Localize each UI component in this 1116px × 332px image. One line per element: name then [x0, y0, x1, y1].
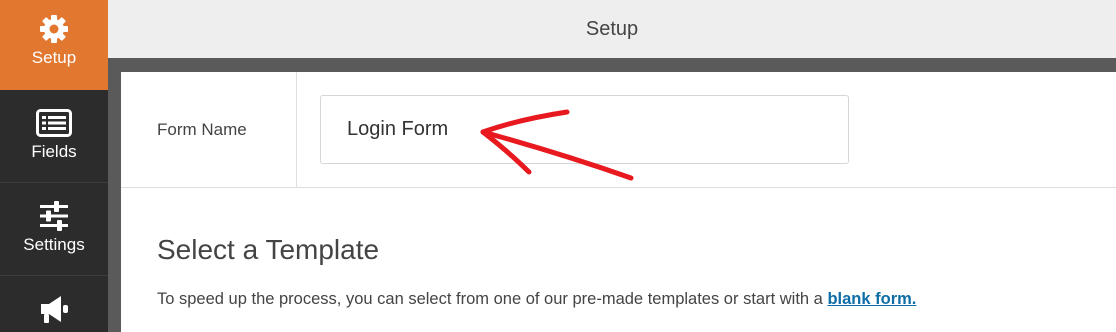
form-name-label: Form Name	[157, 120, 247, 139]
page-title: Setup	[585, 17, 639, 40]
sidebar-item-setup[interactable]: Setup	[0, 0, 108, 90]
divider	[296, 72, 297, 188]
megaphone-icon	[37, 292, 71, 326]
template-description: To speed up the process, you can select …	[157, 290, 916, 309]
setup-panel: Form Name Select a Template To speed up …	[121, 72, 1116, 332]
form-name-row: Form Name	[121, 72, 1116, 188]
template-section-title: Select a Template	[157, 234, 380, 265]
sidebar-item-label: Setup	[31, 48, 77, 67]
sidebar-item-settings[interactable]: Settings	[0, 183, 108, 276]
blank-form-link[interactable]: blank form.	[827, 290, 916, 308]
fields-list-icon	[36, 106, 72, 140]
sidebar-item-marketing[interactable]	[0, 276, 108, 332]
form-name-input[interactable]	[320, 95, 849, 164]
sidebar-item-fields[interactable]: Fields	[0, 90, 108, 183]
sidebar-item-label: Fields	[31, 142, 77, 161]
form-builder: Setup Fields Settings Setup Form Name Lo…	[0, 0, 1116, 332]
sidebar-item-label: Settings	[23, 235, 85, 254]
page-header: Setup	[108, 0, 1116, 58]
template-description-text: To speed up the process, you can select …	[157, 290, 828, 308]
sliders-icon	[38, 199, 70, 233]
sidebar: Setup Fields Settings	[0, 0, 108, 332]
gear-icon	[38, 12, 70, 46]
